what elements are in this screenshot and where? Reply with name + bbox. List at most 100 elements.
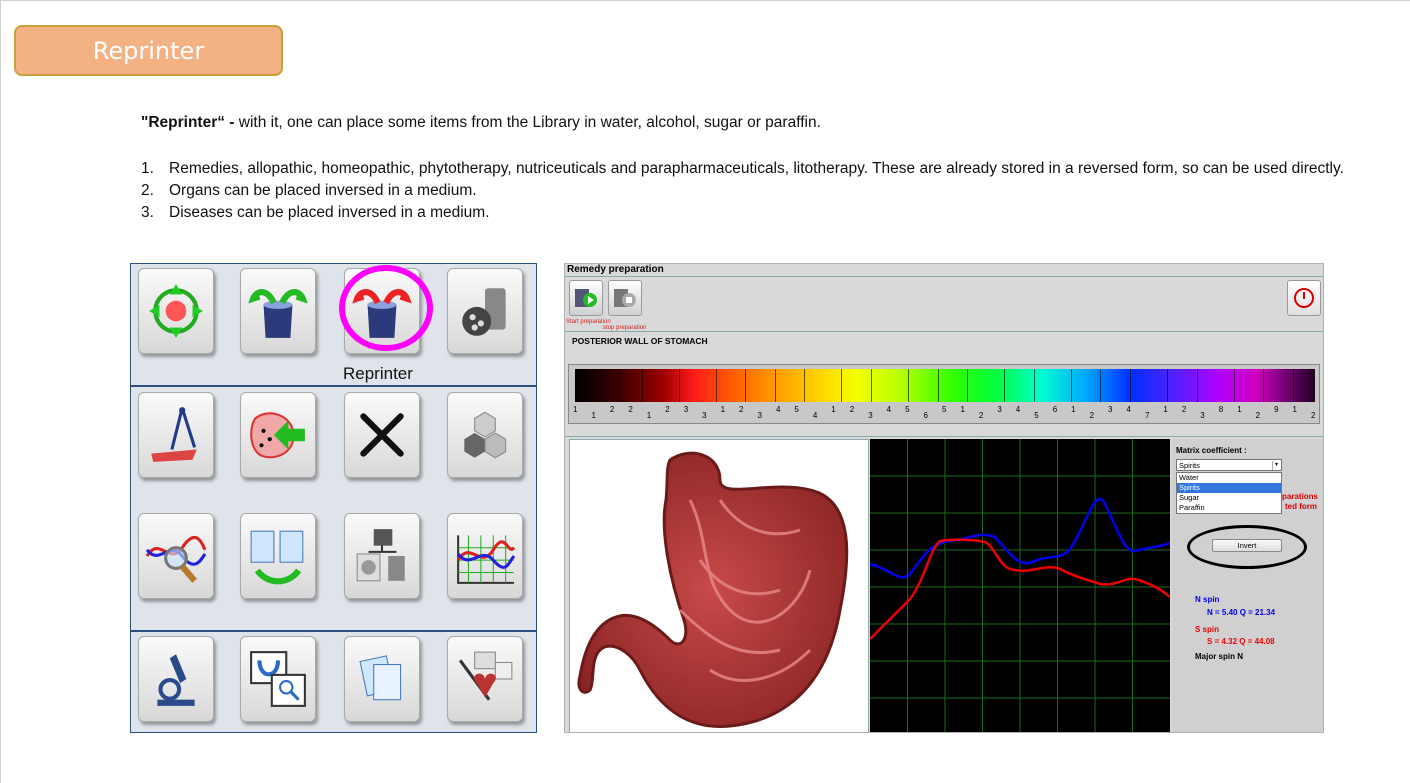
spectrum-tick <box>937 369 939 402</box>
preparations-text: parations <box>1282 492 1319 501</box>
spectrum-tick <box>1100 369 1102 402</box>
divider <box>565 276 1323 277</box>
spectrum-tick <box>745 369 747 402</box>
scale-label: 1 <box>646 411 652 420</box>
scale-label: 2 <box>1181 405 1187 414</box>
slide: Reprinter "Reprinter“ - with it, one can… <box>0 0 1410 783</box>
heart-windows-icon[interactable] <box>447 636 523 722</box>
scale-label: 1 <box>1071 405 1076 414</box>
matrix-option-sugar[interactable]: Sugar <box>1177 493 1281 503</box>
matrix-selected-value: Spirits <box>1179 461 1200 470</box>
row-separator <box>131 630 536 632</box>
reprinter-label: Reprinter <box>343 364 413 383</box>
scale-label: 2 <box>1255 411 1261 420</box>
list-text: Organs can be placed inversed in a mediu… <box>169 182 477 199</box>
scale-label: 2 <box>849 405 855 414</box>
scale-label: 1 <box>1292 405 1297 414</box>
color-spectrum[interactable] <box>575 369 1315 402</box>
scale-label: 1 <box>573 405 578 414</box>
scale-label: 5 <box>905 405 910 414</box>
power-icon <box>1294 288 1314 308</box>
list-number: 3. <box>141 204 154 221</box>
list-item: 1. Remedies, allopathic, homeopathic, phy… <box>141 158 1356 180</box>
divider <box>565 436 1323 437</box>
scale-label: 5 <box>794 405 799 414</box>
hexagons-icon[interactable] <box>447 392 523 478</box>
scale-label: 3 <box>997 405 1002 414</box>
scale-label: 4 <box>1015 405 1021 414</box>
intro-text: "Reprinter“ - with it, one can place som… <box>141 114 821 132</box>
invert-button[interactable]: Invert <box>1212 539 1282 552</box>
spectrum-tick <box>1167 369 1168 402</box>
microscope-icon[interactable] <box>138 636 214 722</box>
list-number: 2. <box>141 182 154 199</box>
spectrum-tick <box>1130 369 1131 402</box>
matrix-dropdown-list: Water Spirits Sugar Paraffin <box>1176 472 1282 514</box>
chevron-down-icon[interactable]: ▾ <box>1272 461 1280 470</box>
clipboard-icon[interactable] <box>344 636 420 722</box>
stop-icon <box>614 289 636 307</box>
scale-label: 3 <box>1108 405 1113 414</box>
target-arrows-icon[interactable] <box>138 268 214 354</box>
organ-image <box>569 439 869 732</box>
scale-label: 4 <box>775 405 781 414</box>
remedy-preparation-window: Remedy preparation Start preparation sto… <box>564 263 1324 733</box>
window-search-icon[interactable] <box>240 636 316 722</box>
spectrum-tick <box>774 369 776 402</box>
matrix-select[interactable]: Spirits ▾ <box>1176 459 1282 471</box>
matrix-option-paraffin[interactable]: Paraffin <box>1177 503 1281 513</box>
n-spin-values: N = 5.40 Q = 21.34 <box>1207 608 1276 617</box>
scale-label: 3 <box>1200 411 1205 420</box>
intro-bold: "Reprinter“ - <box>141 114 235 131</box>
scale-label: 6 <box>1052 405 1058 414</box>
wave-magnifier-icon[interactable] <box>138 513 214 599</box>
cup-green-arrows-icon[interactable] <box>240 268 316 354</box>
spectrum-tick <box>619 369 621 402</box>
list-item: 2. Organs can be placed inversed in a med… <box>141 180 1356 202</box>
start-preparation-button[interactable] <box>569 280 603 316</box>
list-number: 1. <box>141 160 154 177</box>
list-item: 3. Diseases can be placed inversed in a m… <box>141 202 1356 224</box>
spectrum-tick <box>871 369 872 402</box>
scale-label: 9 <box>1274 405 1279 414</box>
scale-label: 3 <box>683 405 689 414</box>
major-spin: Major spin N <box>1195 652 1244 661</box>
intro-body: with it, one can place some items from t… <box>234 114 821 131</box>
slide-title: Reprinter <box>14 25 283 76</box>
spectrum-tick <box>1196 369 1198 402</box>
inverted-form-text: ted form <box>1285 502 1317 511</box>
scale-label: 1 <box>960 405 965 414</box>
scale-label: 1 <box>1163 405 1168 414</box>
scale-label: 6 <box>923 411 928 420</box>
spectrum-tick <box>908 369 909 402</box>
scale-label: 1 <box>720 405 726 414</box>
spectrum-tick <box>1004 369 1006 402</box>
scale-label: 8 <box>1218 405 1224 414</box>
matrix-option-spirits[interactable]: Spirits <box>1177 483 1281 493</box>
device-bin-icon[interactable] <box>344 513 420 599</box>
organ-insert-icon[interactable] <box>240 392 316 478</box>
power-button[interactable] <box>1287 280 1321 316</box>
matrix-option-water[interactable]: Water <box>1177 473 1281 483</box>
spectrum-scale: 1 1 2 2 1 2 3 3 1 2 3 4 5 4 1 2 3 4 5 6 5 1 2 3 4 5 6 1 2 3 4 7 1 2 3 8 1 2 9 1… <box>569 403 1319 423</box>
divider <box>565 331 1323 332</box>
spectrum-tick <box>841 369 843 402</box>
spectrum-tick <box>804 369 806 402</box>
spin-graph <box>869 439 1171 732</box>
scale-label: 2 <box>665 405 670 414</box>
list-text: Remedies, allopathic, homeopathic, phyto… <box>169 160 1344 177</box>
spectrum-graph-icon[interactable] <box>447 513 523 599</box>
organ-name: POSTERIOR WALL OF STOMACH <box>572 336 708 346</box>
scale-label: 7 <box>1144 411 1150 420</box>
close-icon[interactable] <box>344 392 420 478</box>
clipboard-cycle-icon[interactable] <box>240 513 316 599</box>
ruler-compass-icon[interactable] <box>138 392 214 478</box>
scale-label: 5 <box>1034 411 1039 420</box>
spectrum-tick <box>1233 369 1235 402</box>
spectrum-tick <box>1070 369 1072 402</box>
scale-label: 2 <box>739 405 744 414</box>
matrix-panel: Matrix coefficient : Spirits ▾ Water Spi… <box>1172 439 1323 732</box>
spectrum-panel: 1 1 2 2 1 2 3 3 1 2 3 4 5 4 1 2 3 4 5 6 5 1 2 3 4 5 6 1 2 3 4 7 1 2 3 8 1 2 9 1… <box>568 364 1320 424</box>
stop-preparation-button[interactable] <box>608 280 642 316</box>
grinder-icon[interactable] <box>447 268 523 354</box>
